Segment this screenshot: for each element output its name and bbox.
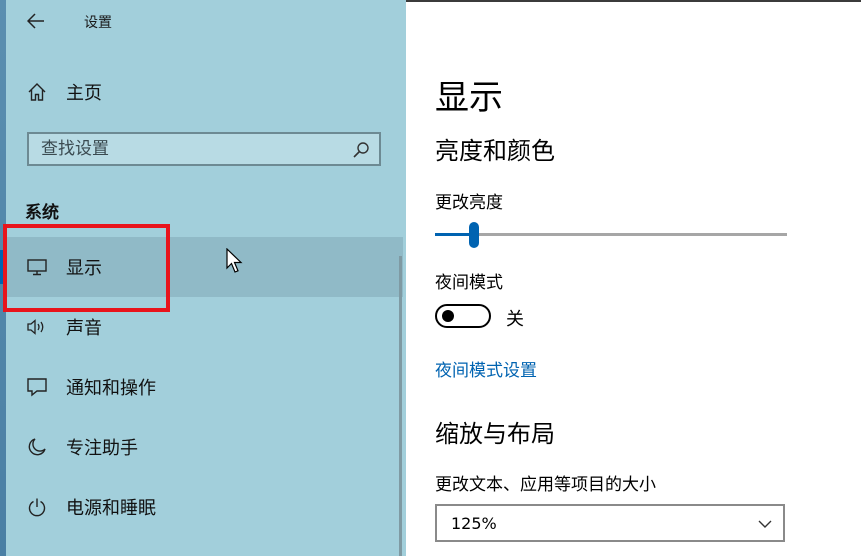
back-arrow-icon — [27, 13, 44, 29]
sidebar-item-label: 显示 — [66, 258, 102, 279]
home-icon — [26, 81, 48, 103]
sidebar: 设置 主页 系统 显示 — [0, 0, 406, 556]
night-mode-state: 关 — [506, 309, 524, 330]
toggle-knob — [442, 310, 454, 322]
chevron-down-icon — [758, 520, 772, 528]
power-icon — [26, 496, 48, 518]
sidebar-item-display[interactable]: 显示 — [6, 237, 403, 297]
title-bar: 设置 — [0, 0, 406, 44]
speaker-icon — [26, 316, 48, 338]
scale-value: 125% — [451, 514, 497, 533]
scale-section-heading: 缩放与布局 — [435, 420, 555, 448]
app-title: 设置 — [84, 15, 112, 31]
slider-thumb[interactable] — [469, 222, 479, 248]
sidebar-item-home[interactable]: 主页 — [6, 62, 403, 122]
moon-icon — [26, 436, 48, 458]
brightness-section-heading: 亮度和颜色 — [435, 137, 555, 165]
search-icon[interactable] — [351, 140, 371, 160]
night-mode-toggle[interactable] — [435, 304, 491, 328]
slider-track — [435, 233, 787, 236]
notification-icon — [26, 376, 48, 398]
scale-label: 更改文本、应用等项目的大小 — [435, 475, 656, 495]
window-top-border — [406, 0, 861, 2]
sidebar-item-notifications[interactable]: 通知和操作 — [6, 357, 403, 417]
sidebar-item-label: 主页 — [66, 83, 102, 104]
brightness-label: 更改亮度 — [435, 193, 503, 213]
search-input[interactable] — [29, 134, 361, 164]
night-mode-settings-link[interactable]: 夜间模式设置 — [435, 356, 537, 381]
search-box[interactable] — [27, 132, 381, 166]
back-button[interactable] — [22, 8, 50, 34]
scale-dropdown[interactable]: 125% — [435, 504, 785, 542]
sidebar-item-sound[interactable]: 声音 — [6, 297, 403, 357]
sidebar-item-label: 电源和睡眠 — [66, 498, 156, 519]
content-pane: 显示 亮度和颜色 更改亮度 夜间模式 关 夜间模式设置 缩放与布局 更改文本、应… — [406, 0, 861, 556]
sidebar-item-focus-assist[interactable]: 专注助手 — [6, 417, 403, 477]
night-mode-label: 夜间模式 — [435, 273, 503, 293]
sidebar-item-label: 声音 — [66, 318, 102, 339]
sidebar-scrollbar[interactable] — [399, 256, 402, 556]
sidebar-item-power-sleep[interactable]: 电源和睡眠 — [6, 477, 403, 537]
sidebar-item-label: 专注助手 — [66, 438, 138, 459]
monitor-icon — [26, 256, 48, 278]
selection-indicator — [0, 250, 6, 284]
page-title: 显示 — [435, 78, 503, 118]
sidebar-item-label: 通知和操作 — [66, 378, 156, 399]
brightness-slider[interactable] — [435, 222, 787, 248]
section-label: 系统 — [25, 203, 59, 223]
